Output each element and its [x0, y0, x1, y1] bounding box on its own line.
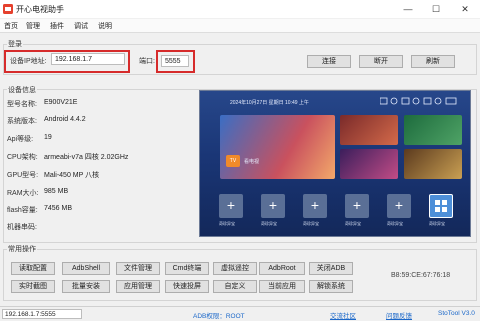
tv-add-app-tile[interactable]: + [219, 194, 243, 218]
tv-datetime: 2024年10月27日 星期日 10:49 上午 [230, 100, 309, 106]
tv-add-app-tile[interactable]: + [261, 194, 285, 218]
adbroot-button[interactable]: AdbRoot [259, 262, 305, 275]
info-label: RAM大小: [7, 190, 39, 197]
connect-button[interactable]: 连接 [307, 55, 351, 68]
info-value: 19 [44, 134, 52, 141]
tv-app-tile[interactable] [404, 149, 462, 179]
tv-app-label: 奇珍异宝 [387, 221, 403, 226]
tv-app-tile[interactable] [340, 115, 398, 145]
maximize-button[interactable]: ☐ [422, 0, 450, 18]
port-input[interactable]: 5555 [161, 55, 189, 67]
tv-featured-label: 看电视 [244, 159, 260, 165]
virtual-remote-button[interactable]: 虚拟遥控 [213, 262, 257, 275]
info-value: Android 4.4.2 [44, 116, 86, 123]
info-value: 7456 MB [44, 205, 73, 212]
tv-app-tile[interactable] [340, 149, 398, 179]
tv-add-app-tile[interactable]: + [303, 194, 327, 218]
close-button[interactable]: ✕ [451, 0, 479, 18]
menu-home[interactable]: 首页 [4, 21, 18, 31]
menu-debug[interactable]: 调试 [74, 21, 88, 31]
tv-featured-tile[interactable]: TV 看电视 [220, 115, 335, 179]
quick-cast-button[interactable]: 快速投屏 [165, 280, 209, 293]
read-config-button[interactable]: 读取配置 [11, 262, 55, 275]
status-ip-field: 192.168.1.7:5555 [2, 309, 82, 319]
app-manager-button[interactable]: 应用管理 [116, 280, 160, 293]
community-link[interactable]: 交流社区 [330, 310, 356, 320]
unlock-system-button[interactable]: 解锁系统 [309, 280, 353, 293]
menu-plugin[interactable]: 插件 [50, 21, 64, 31]
info-label: CPU架构: [7, 154, 38, 161]
disconnect-button[interactable]: 断开 [359, 55, 403, 68]
tv-badge: TV [226, 155, 240, 167]
ip-input[interactable]: 192.168.1.7 [51, 53, 125, 65]
info-value: E900V21E [44, 99, 78, 106]
tv-app-label: 奇珍异宝 [219, 221, 235, 226]
ops-group-label: 常用操作 [7, 244, 37, 254]
file-manager-button[interactable]: 文件管理 [116, 262, 160, 275]
app-icon [3, 4, 13, 14]
custom-button[interactable]: 自定义 [213, 280, 257, 293]
minimize-button[interactable]: — [394, 0, 422, 18]
info-label: 型号名称: [7, 101, 37, 108]
device-info-group-label: 设备信息 [7, 85, 37, 95]
info-label: 系统版本: [7, 118, 37, 125]
version-label: StoTool V3.0 [438, 310, 475, 317]
grid-icon [435, 200, 447, 212]
info-value: armeabi-v7a 四核 2.02GHz [44, 154, 129, 161]
tv-app-label: 奇珍异宝 [429, 221, 445, 226]
status-ip: 192.168.1.7:5555 [5, 311, 56, 318]
screenshot-button[interactable]: 实时截图 [11, 280, 55, 293]
tv-status-icons [380, 97, 457, 105]
mac-address: B8:59:CE:67:76:18 [391, 272, 451, 279]
current-app-button[interactable]: 当前应用 [259, 280, 305, 293]
tv-app-label: 奇珍异宝 [303, 221, 319, 226]
status-adb-permission: ADB权限：ROOT [193, 313, 245, 320]
info-label: flash容量: [7, 207, 38, 214]
tv-selected-app-tile[interactable] [429, 194, 453, 218]
login-group-label: 登录 [7, 39, 23, 49]
status-bar: 192.168.1.7:5555 ADB权限：ROOT 交流社区 问题反馈 St… [0, 306, 480, 321]
tv-app-label: 奇珍异宝 [261, 221, 277, 226]
tv-app-label: 奇珍异宝 [345, 221, 361, 226]
ip-label: 设备IP地址: [10, 58, 47, 65]
tv-add-app-tile[interactable]: + [387, 194, 411, 218]
menu-manage[interactable]: 管理 [26, 21, 40, 31]
tv-screen-preview[interactable]: 2024年10月27日 星期日 10:49 上午 TV 看电视 + 奇珍异宝 +… [199, 90, 471, 237]
info-value: 985 MB [44, 188, 69, 195]
tv-add-app-tile[interactable]: + [345, 194, 369, 218]
menu-help[interactable]: 说明 [98, 21, 112, 31]
info-value: Mali-450 MP 八核 [44, 172, 100, 179]
window-title: 开心电视助手 [16, 5, 64, 14]
refresh-button[interactable]: 刷新 [411, 55, 455, 68]
adbshell-button[interactable]: AdbShell [62, 262, 110, 275]
batch-install-button[interactable]: 批量安装 [62, 280, 110, 293]
info-label: Api等级: [7, 136, 34, 143]
port-label: 端口: [139, 58, 155, 65]
close-adb-button[interactable]: 关闭ADB [309, 262, 353, 275]
menu-bar: 首页 管理 插件 调试 说明 [0, 19, 480, 33]
cmd-terminal-button[interactable]: Cmd终端 [165, 262, 209, 275]
tv-app-tile[interactable] [404, 115, 462, 145]
info-label: GPU型号: [7, 172, 39, 179]
title-bar: 开心电视助手 — ☐ ✕ [0, 0, 480, 18]
feedback-link[interactable]: 问题反馈 [386, 310, 412, 320]
info-label: 机器串码: [7, 224, 37, 231]
